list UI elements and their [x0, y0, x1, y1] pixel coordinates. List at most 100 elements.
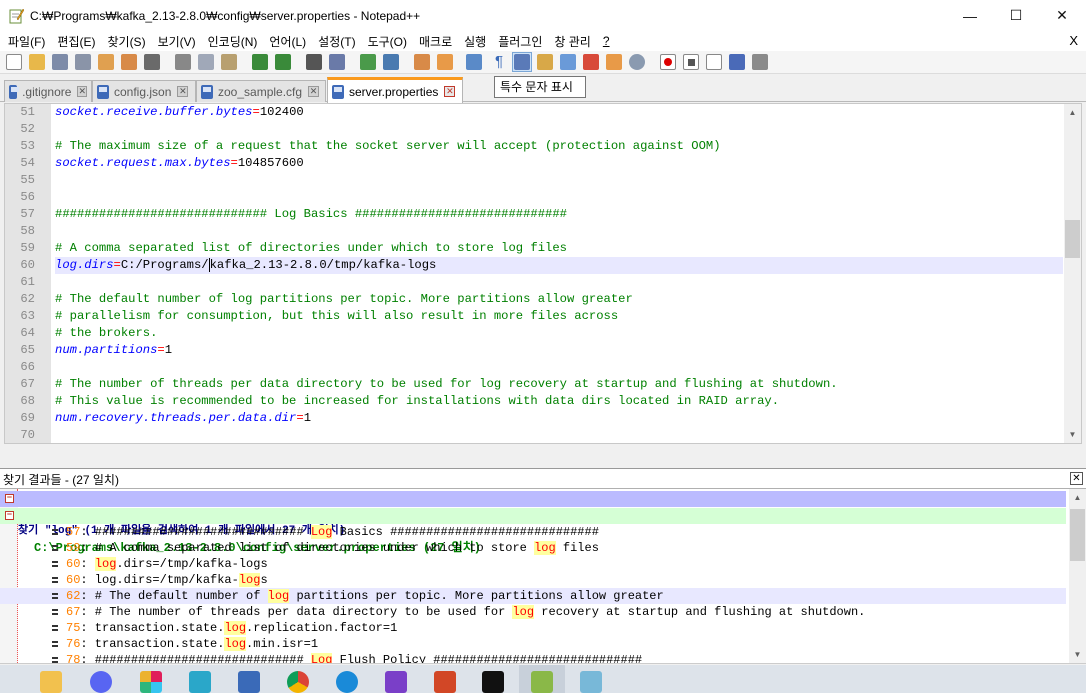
code-line[interactable]: 66 [5, 359, 1065, 376]
code-line[interactable]: 55 [5, 172, 1065, 189]
code-line[interactable]: 52 [5, 121, 1065, 138]
menu-window[interactable]: 창 관리 [548, 33, 596, 50]
run-macro-multiple-icon[interactable] [729, 54, 745, 70]
function-list-icon[interactable] [560, 54, 576, 70]
result-row[interactable]: 57: ############################# Log Ba… [0, 524, 1066, 540]
tab-server-properties[interactable]: server.properties ✕ [327, 77, 463, 103]
code-line[interactable]: 56 [5, 189, 1065, 206]
folder-icon[interactable] [606, 54, 622, 70]
print-icon[interactable] [144, 54, 160, 70]
paste-icon[interactable] [221, 54, 237, 70]
code-line[interactable]: 57 ############################# Log Basi… [5, 206, 1065, 223]
play-macro-icon[interactable] [706, 54, 722, 70]
notepadpp-icon[interactable] [531, 671, 553, 693]
panel-splitter[interactable] [0, 444, 1086, 468]
fold-toggle-icon[interactable]: − [5, 511, 14, 520]
menu-search[interactable]: 찾기(S) [101, 33, 151, 50]
scroll-down-icon[interactable]: ▼ [1069, 646, 1086, 663]
tab-close-icon[interactable]: ✕ [308, 86, 320, 97]
record-macro-icon[interactable] [660, 54, 676, 70]
powerpoint-icon[interactable] [434, 671, 456, 693]
result-row[interactable]: 60: log.dirs=/tmp/kafka-logs [0, 572, 1066, 588]
word-wrap-icon[interactable] [466, 54, 482, 70]
sync-h-icon[interactable] [437, 54, 453, 70]
sync-v-icon[interactable] [414, 54, 430, 70]
download-icon[interactable] [336, 671, 358, 693]
menu-encoding[interactable]: 인코딩(N) [202, 33, 264, 50]
tab-zoo-sample[interactable]: zoo_sample.cfg ✕ [196, 80, 326, 102]
file-explorer-icon[interactable] [40, 671, 62, 693]
code-line[interactable]: 51 socket.receive.buffer.bytes=102400 [5, 104, 1065, 121]
replace-icon[interactable] [329, 54, 345, 70]
panel-vertical-scrollbar[interactable]: ▲ ▼ [1069, 489, 1086, 663]
show-all-chars-icon[interactable]: ¶ [491, 54, 507, 70]
close-document-button[interactable]: X [1069, 31, 1078, 51]
app2-icon[interactable] [580, 671, 602, 693]
editor-scroll-thumb[interactable] [1065, 220, 1080, 258]
terminal-icon[interactable] [482, 671, 504, 693]
menu-view[interactable]: 보기(V) [152, 33, 202, 50]
tab-gitignore[interactable]: .gitignore ✕ [4, 80, 92, 102]
scroll-down-icon[interactable]: ▼ [1064, 426, 1081, 443]
monitor-icon[interactable] [629, 54, 645, 70]
result-row[interactable]: 60: log.dirs=/tmp/kafka-logs [0, 556, 1066, 572]
save-macro-icon[interactable] [752, 54, 768, 70]
menu-edit[interactable]: 편집(E) [51, 33, 101, 50]
app-icon[interactable] [189, 671, 211, 693]
find-icon[interactable] [306, 54, 322, 70]
code-line[interactable]: 65 num.partitions=1 [5, 342, 1065, 359]
undo-icon[interactable] [252, 54, 268, 70]
panel-scroll-thumb[interactable] [1070, 509, 1085, 561]
cut-icon[interactable] [175, 54, 191, 70]
doc-map-icon[interactable] [537, 54, 553, 70]
scroll-up-icon[interactable]: ▲ [1064, 104, 1081, 121]
menu-language[interactable]: 언어(L) [263, 33, 312, 50]
code-line[interactable]: 68 # This value is recommended to be incr… [5, 393, 1065, 410]
tab-close-icon[interactable]: ✕ [444, 86, 456, 97]
code-line[interactable]: 62 # The default number of log partitions… [5, 291, 1065, 308]
menu-settings[interactable]: 설정(T) [312, 33, 361, 50]
chrome-icon[interactable] [287, 671, 309, 693]
code-line[interactable]: 70 [5, 427, 1065, 443]
close-window-button[interactable]: ✕ [1039, 0, 1085, 31]
editor-vertical-scrollbar[interactable]: ▲ ▼ [1064, 104, 1081, 443]
menu-plugins[interactable]: 플러그인 [492, 33, 548, 50]
minimize-button[interactable]: — [947, 0, 993, 31]
discord-icon[interactable] [90, 671, 112, 693]
result-row[interactable]: 78: ############################# Log Fl… [0, 652, 1066, 663]
menu-run[interactable]: 실행 [458, 33, 492, 50]
code-line[interactable]: 58 [5, 223, 1065, 240]
save-all-icon[interactable] [75, 54, 91, 70]
open-icon[interactable] [29, 54, 45, 70]
code-line[interactable]: 59 # A comma separated list of directorie… [5, 240, 1065, 257]
menu-macro[interactable]: 매크로 [413, 33, 458, 50]
result-row[interactable]: 75: transaction.state.log.replication.fa… [0, 620, 1066, 636]
code-line[interactable]: 63 # parallelism for consumption, but thi… [5, 308, 1065, 325]
code-line[interactable]: 64 # the brokers. [5, 325, 1065, 342]
zoom-out-icon[interactable] [383, 54, 399, 70]
folder-workspace-icon[interactable] [583, 54, 599, 70]
scroll-up-icon[interactable]: ▲ [1069, 489, 1086, 506]
close-all-icon[interactable] [121, 54, 137, 70]
tab-close-icon[interactable]: ✕ [77, 86, 87, 97]
menu-tools[interactable]: 도구(O) [362, 33, 413, 50]
code-line[interactable]: 54 socket.request.max.bytes=104857600 [5, 155, 1065, 172]
result-row[interactable]: 59: # A comma separated list of director… [0, 540, 1066, 556]
new-file-icon[interactable] [6, 54, 22, 70]
result-row[interactable]: 67: # The number of threads per data dir… [0, 604, 1066, 620]
slack-icon[interactable] [140, 671, 162, 693]
close-panel-button[interactable]: ✕ [1070, 472, 1083, 485]
code-line[interactable]: 69 num.recovery.threads.per.data.dir=1 [5, 410, 1065, 427]
indent-guide-icon[interactable] [514, 54, 530, 70]
visual-studio-icon[interactable] [385, 671, 407, 693]
tab-close-icon[interactable]: ✕ [177, 86, 189, 97]
redo-icon[interactable] [275, 54, 291, 70]
save-icon[interactable] [52, 54, 68, 70]
search-summary-row[interactable]: − 찾기 "log" (1 개 파일을 검색하여 1 개 파일에서 27 개 일… [0, 491, 1066, 537]
code-line[interactable]: 67 # The number of threads per data direc… [5, 376, 1065, 393]
maximize-button[interactable]: ☐ [993, 0, 1039, 31]
stop-macro-icon[interactable] [683, 54, 699, 70]
menu-help[interactable]: ? [597, 34, 616, 48]
tab-config-json[interactable]: config.json ✕ [92, 80, 196, 102]
find-results-body[interactable]: − 찾기 "log" (1 개 파일을 검색하여 1 개 파일에서 27 개 일… [0, 489, 1086, 664]
